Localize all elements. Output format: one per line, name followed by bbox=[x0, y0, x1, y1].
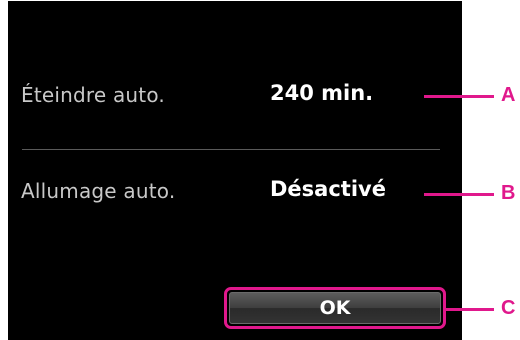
ok-button-label: OK bbox=[319, 297, 351, 319]
callout-label-b: B bbox=[501, 182, 516, 204]
setting-row-auto-power-off[interactable]: Éteindre auto. 240 min. bbox=[8, 53, 462, 143]
setting-value-auto-power-off: 240 min. bbox=[270, 81, 374, 105]
setting-label-auto-power-off: Éteindre auto. bbox=[21, 83, 165, 107]
setting-label-auto-power-on: Allumage auto. bbox=[21, 179, 176, 203]
setting-value-auto-power-on: Désactivé bbox=[270, 177, 386, 201]
callout-line-b bbox=[424, 193, 494, 196]
setting-row-auto-power-on[interactable]: Allumage auto. Désactivé bbox=[8, 149, 462, 239]
callout-label-a: A bbox=[501, 84, 516, 106]
callout-line-a bbox=[424, 95, 494, 98]
callout-label-c: C bbox=[501, 297, 516, 319]
callout-line-c bbox=[446, 308, 494, 311]
ok-button-face: OK bbox=[229, 292, 441, 324]
ok-button[interactable]: OK bbox=[224, 287, 446, 329]
